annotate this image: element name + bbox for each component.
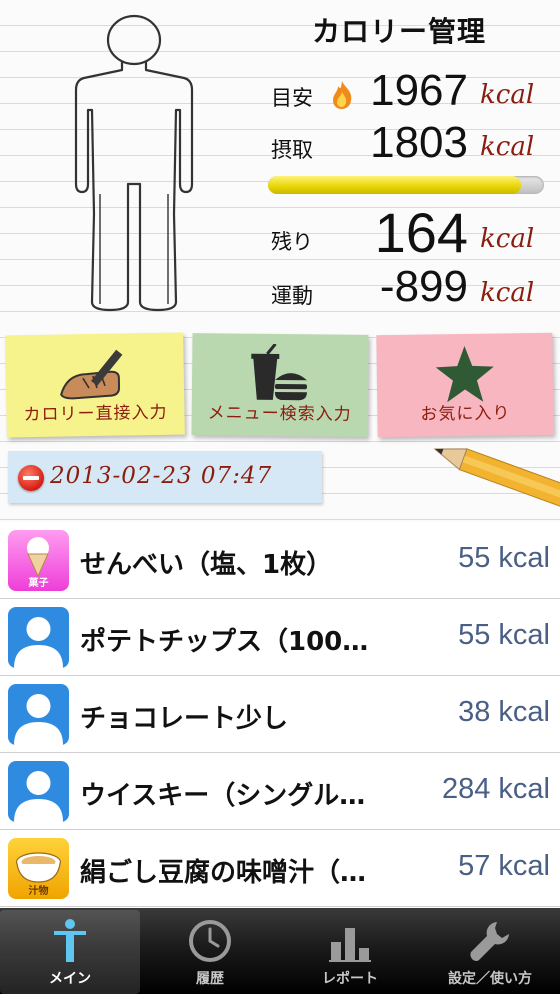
tab-report-label: レポート xyxy=(322,971,378,987)
list-item[interactable]: チョコレート少し 38 kcal xyxy=(0,676,560,753)
tab-settings-label: 設定／使い方 xyxy=(448,971,532,987)
food-kcal: 57 kcal xyxy=(458,850,550,882)
tab-report[interactable]: レポート xyxy=(280,910,420,994)
thumb-caption: 汁物 xyxy=(28,886,49,897)
remaining-value: 164 xyxy=(374,201,468,264)
thumb-caption: 菓子 xyxy=(28,578,49,589)
wrench-icon xyxy=(470,922,509,961)
entry-date-tag: 2013-02-23 07:47 xyxy=(8,451,322,503)
food-name: チョコレート少し xyxy=(80,704,289,734)
exercise-label: 運動 xyxy=(271,284,313,308)
star-icon xyxy=(435,346,494,403)
remaining-unit: kcal xyxy=(480,224,535,254)
food-name: せんべい（塩、1枚） xyxy=(80,550,333,580)
person-placeholder-icon xyxy=(8,684,69,745)
pencil-decoration xyxy=(433,448,560,512)
intake-label: 摂取 xyxy=(271,138,313,162)
food-name: ウイスキー（シングル… xyxy=(80,781,366,811)
favorites-label: お気に入り xyxy=(420,403,511,425)
intake-progress-fill xyxy=(268,176,522,194)
target-value: 1967 xyxy=(370,66,468,115)
tab-main[interactable]: メイン xyxy=(0,910,140,994)
person-placeholder-icon xyxy=(8,761,69,822)
exercise-value: -899 xyxy=(379,262,468,311)
food-name: 絹ごし豆腐の味噌汁（… xyxy=(80,858,367,888)
food-kcal: 55 kcal xyxy=(458,619,550,651)
menu-search-input-button[interactable]: メニュー検索入力 xyxy=(191,333,369,437)
list-item[interactable]: ポテトチップス（100… 55 kcal xyxy=(0,599,560,676)
intake-progress-bar xyxy=(268,176,544,194)
food-entry-list: 菓子 せんべい（塩、1枚） 55 kcal ポテトチップス（100… 55 kc… xyxy=(0,522,560,908)
tab-history[interactable]: 履歴 xyxy=(140,910,280,994)
flame-icon xyxy=(333,81,352,109)
tab-main-label: メイン xyxy=(49,971,91,987)
body-outline-figure xyxy=(74,14,194,312)
clock-icon xyxy=(189,920,231,962)
menu-search-input-label: メニュー検索入力 xyxy=(207,403,352,425)
delete-icon[interactable] xyxy=(18,465,44,491)
food-kcal: 38 kcal xyxy=(458,696,550,728)
target-label: 目安 xyxy=(271,86,313,110)
list-item[interactable]: 汁物 絹ごし豆腐の味噌汁（… 57 kcal xyxy=(0,830,560,907)
fast-food-icon xyxy=(251,343,308,401)
list-item[interactable]: 菓子 せんべい（塩、1枚） 55 kcal xyxy=(0,522,560,599)
tab-history-label: 履歴 xyxy=(196,971,224,987)
app-title: カロリー管理 xyxy=(312,15,487,48)
food-kcal: 284 kcal xyxy=(441,773,550,805)
exercise-unit: kcal xyxy=(480,278,535,308)
tab-bar: メイン 履歴 レポート 設定／使い方 xyxy=(0,908,560,994)
soup-bowl-icon: 汁物 xyxy=(8,838,69,899)
list-item[interactable]: ウイスキー（シングル… 284 kcal xyxy=(0,753,560,830)
calorie-summary: カロリー管理 目安 1967 kcal 摂取 1803 kcal 残り 164 … xyxy=(0,0,560,330)
ice-cream-icon: 菓子 xyxy=(8,530,69,591)
food-name: ポテトチップス（100… xyxy=(80,627,369,657)
person-icon xyxy=(54,919,86,962)
hand-writing-icon xyxy=(60,349,123,400)
intake-value: 1803 xyxy=(370,118,468,167)
target-unit: kcal xyxy=(480,80,535,110)
bar-chart-icon xyxy=(329,928,371,962)
direct-calorie-input-button[interactable]: カロリー直接入力 xyxy=(5,332,185,438)
intake-unit: kcal xyxy=(480,132,535,162)
person-placeholder-icon xyxy=(8,607,69,668)
tab-settings[interactable]: 設定／使い方 xyxy=(420,910,560,994)
input-actions: カロリー直接入力 メニュー検索入力 お気に入り xyxy=(0,330,560,440)
entry-datetime: 2013-02-23 07:47 xyxy=(50,463,273,489)
favorites-button[interactable]: お気に入り xyxy=(376,332,554,438)
food-kcal: 55 kcal xyxy=(458,542,550,574)
direct-calorie-input-label: カロリー直接入力 xyxy=(23,402,168,426)
remaining-label: 残り xyxy=(271,230,313,254)
